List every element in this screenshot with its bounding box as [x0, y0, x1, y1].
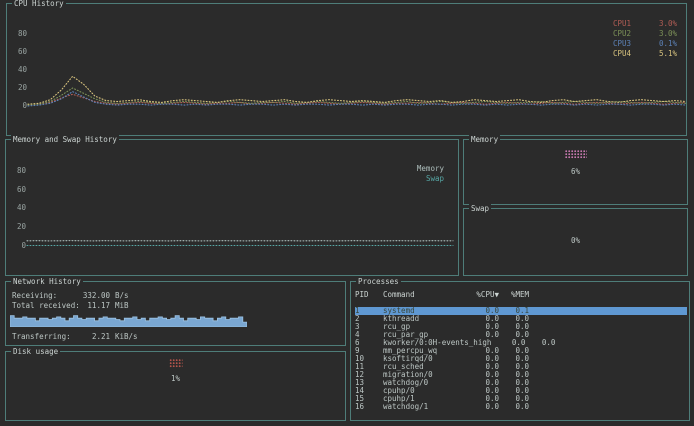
memory-gauge-panel: Memory 6%: [463, 139, 688, 205]
cpu-history-panel: CPU History 806040200 CPU13.0%CPU23.0%CP…: [6, 3, 687, 136]
system-monitor-screen: CPU History 806040200 CPU13.0%CPU23.0%CP…: [0, 0, 694, 426]
network-line-1: Total received:11.17 MiB: [12, 301, 129, 310]
disk-usage-percent: 1%: [6, 374, 345, 383]
network-value: 2.21: [82, 332, 110, 341]
legend-value: 0.1%: [659, 39, 677, 49]
cpu-legend-item-cpu3: CPU3 0.1%: [613, 39, 677, 49]
processes-title: Processes: [356, 277, 401, 286]
column-mem[interactable]: %MEM: [499, 290, 529, 299]
cpu-legend-item-cpu2: CPU2 3.0%: [613, 29, 677, 39]
y-tick-0: 0: [12, 242, 26, 250]
memory-gauge-percent: 6%: [464, 167, 687, 176]
legend-item-swap: Swap: [417, 174, 444, 184]
memory-gauge-title: Memory: [469, 135, 500, 144]
network-unit: MiB: [115, 301, 129, 310]
processes-rows: 1systemd0.00.12kthreadd0.00.03rcu_gp0.00…: [355, 307, 687, 411]
y-tick-40: 40: [13, 66, 27, 74]
network-history-title: Network History: [11, 277, 83, 286]
disk-usage-panel: Disk usage 1%: [5, 351, 346, 421]
memory-gauge-dots: [565, 150, 587, 159]
cpu-history-title: CPU History: [12, 0, 66, 8]
process-row-watchdog/1[interactable]: 16watchdog/10.00.0: [355, 403, 687, 411]
memory-swap-history-chart: [26, 146, 454, 250]
network-unit: B/s: [115, 291, 129, 300]
legend-label: CPU2: [613, 29, 631, 39]
process-mem: 0.0: [499, 403, 529, 411]
disk-gauge-dots: [169, 359, 182, 368]
network-label: Transferring:: [12, 332, 82, 341]
process-pid: 16: [355, 403, 383, 411]
legend-value: 5.1%: [659, 49, 677, 59]
cpu-legend: CPU1 3.0% CPU2 3.0% CPU3 0.1% CPU4 5.1%: [613, 19, 677, 59]
network-value: 332.00: [82, 291, 110, 300]
y-tick-0: 0: [13, 102, 27, 110]
column-cpu-sort[interactable]: %CPU▼: [465, 290, 499, 299]
series-cpu4: [28, 76, 686, 104]
legend-item-memory: Memory: [417, 164, 444, 174]
network-label: Total received:: [12, 301, 82, 310]
y-tick-80: 80: [13, 30, 27, 38]
y-tick-40: 40: [12, 204, 26, 212]
series-cpu1: [28, 94, 686, 105]
network-sparkline: [10, 312, 247, 327]
memory-swap-legend: MemorySwap: [417, 164, 444, 184]
column-command[interactable]: Command: [383, 290, 465, 299]
legend-label: CPU4: [613, 49, 631, 59]
swap-gauge-panel: Swap 0%: [463, 208, 688, 276]
legend-label: CPU3: [613, 39, 631, 49]
column-pid[interactable]: PID: [355, 290, 383, 299]
memory-swap-history-panel: Memory and Swap History 806040200 Memory…: [5, 139, 459, 276]
network-line-2: Transferring:2.21 KiB/s: [12, 332, 138, 341]
network-label: Receiving:: [12, 291, 82, 300]
network-unit: KiB/s: [115, 332, 138, 341]
network-history-panel: Network History Receiving:332.00B/sTotal…: [5, 281, 346, 346]
process-mem: 0.0: [525, 339, 555, 347]
network-value: 11.17: [82, 301, 110, 310]
disk-usage-title: Disk usage: [11, 347, 60, 356]
legend-value: 3.0%: [659, 29, 677, 39]
processes-header: PID Command %CPU▼ %MEM: [355, 290, 687, 299]
swap-gauge-title: Swap: [469, 204, 491, 213]
legend-value: 3.0%: [659, 19, 677, 29]
y-tick-80: 80: [12, 167, 26, 175]
legend-label: CPU1: [613, 19, 631, 29]
processes-panel: Processes PID Command %CPU▼ %MEM 1system…: [350, 281, 690, 421]
y-tick-60: 60: [12, 186, 26, 194]
process-command: watchdog/1: [383, 403, 465, 411]
memory-swap-history-title: Memory and Swap History: [11, 135, 119, 144]
y-tick-60: 60: [13, 48, 27, 56]
y-tick-20: 20: [13, 84, 27, 92]
cpu-history-chart: [27, 10, 687, 110]
y-tick-20: 20: [12, 223, 26, 231]
process-cpu: 0.0: [465, 403, 499, 411]
cpu-legend-item-cpu1: CPU1 3.0%: [613, 19, 677, 29]
receiving-sparkline-area: [10, 316, 247, 327]
cpu-legend-item-cpu4: CPU4 5.1%: [613, 49, 677, 59]
swap-gauge-percent: 0%: [464, 236, 687, 245]
network-line-0: Receiving:332.00 B/s: [12, 291, 129, 300]
